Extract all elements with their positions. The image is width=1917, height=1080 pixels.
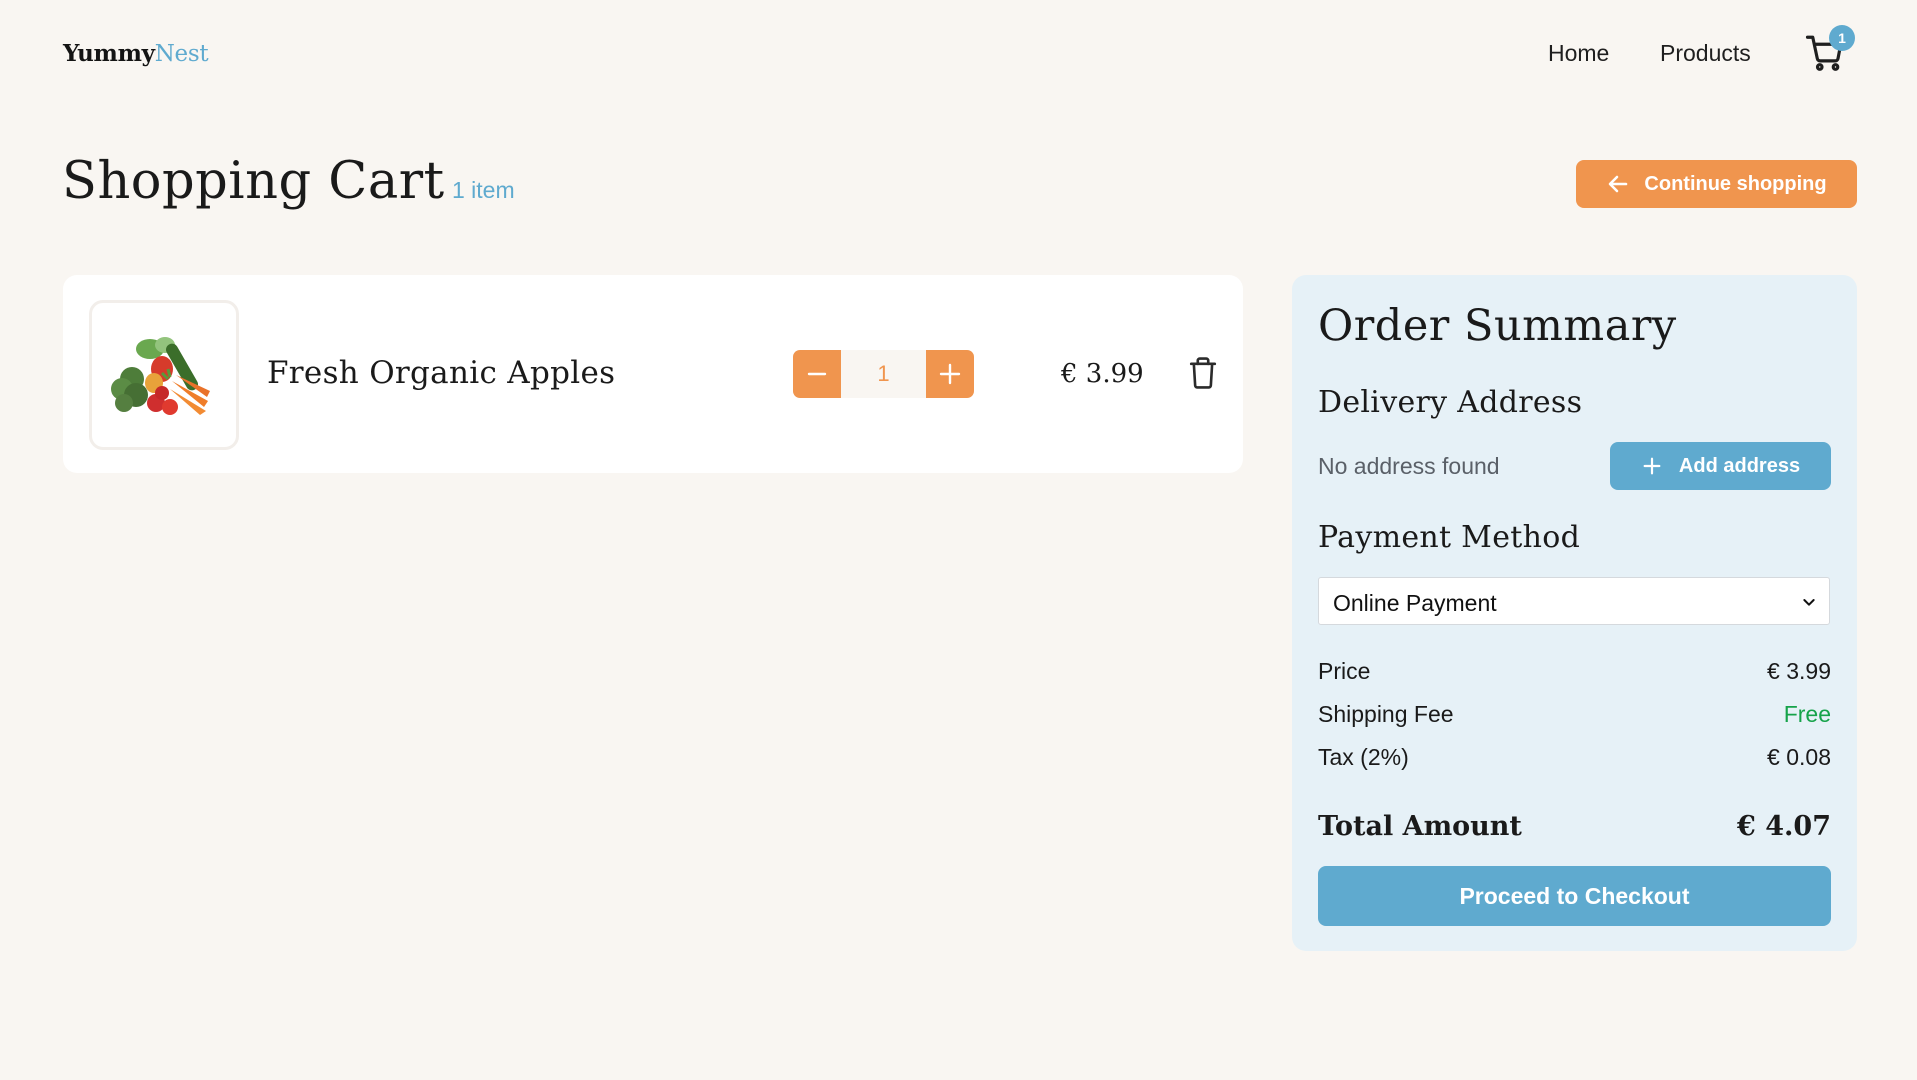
continue-shopping-label: Continue shopping: [1644, 172, 1827, 195]
order-summary-panel: Order Summary Delivery Address No addres…: [1292, 275, 1857, 951]
total-amount-label: Total Amount: [1318, 811, 1522, 842]
cart-count-badge: 1: [1829, 25, 1855, 51]
product-thumbnail[interactable]: [89, 300, 239, 450]
add-address-label: Add address: [1678, 454, 1801, 477]
vegetables-image: [111, 337, 210, 415]
logo-part-yummy: Yummy: [63, 40, 155, 67]
logo[interactable]: YummyNest: [63, 40, 209, 67]
price-value: € 3.99: [1767, 658, 1831, 684]
payment-method-title: Payment Method: [1318, 520, 1581, 555]
plus-icon: [939, 363, 961, 385]
order-summary-title: Order Summary: [1318, 301, 1677, 351]
header: YummyNest Home Products 1: [0, 0, 1917, 106]
total-amount-value: € 4.07: [1737, 811, 1831, 842]
proceed-to-checkout-button[interactable]: Proceed to Checkout: [1318, 866, 1831, 926]
tax-label: Tax (2%): [1318, 744, 1409, 770]
continue-shopping-button[interactable]: Continue shopping: [1576, 160, 1857, 208]
price-label: Price: [1318, 658, 1371, 684]
chevron-down-icon: [1803, 599, 1815, 606]
nav-products-link[interactable]: Products: [1660, 40, 1751, 67]
remove-item-button[interactable]: [1187, 356, 1219, 390]
quantity-stepper: [793, 350, 974, 398]
cart-item-card: Fresh Organic Apples € 3.99: [63, 275, 1243, 473]
payment-method-selected: Online Payment: [1333, 590, 1497, 616]
tax-value: € 0.08: [1767, 744, 1831, 770]
quantity-input[interactable]: [841, 350, 926, 398]
item-count: 1 item: [452, 177, 515, 203]
arrow-left-icon: [1609, 175, 1628, 193]
shipping-fee-label: Shipping Fee: [1318, 701, 1454, 727]
decrease-quantity-button[interactable]: [793, 350, 841, 398]
shipping-fee-value: Free: [1783, 701, 1831, 727]
plus-icon: [1643, 457, 1661, 475]
page-title: Shopping Cart: [62, 152, 445, 211]
minus-icon: [807, 372, 827, 376]
payment-method-select[interactable]: Online Payment: [1318, 577, 1830, 625]
increase-quantity-button[interactable]: [926, 350, 974, 398]
delivery-address-title: Delivery Address: [1318, 385, 1583, 420]
add-address-button[interactable]: Add address: [1610, 442, 1831, 490]
product-name[interactable]: Fresh Organic Apples: [267, 355, 615, 391]
nav-home-link[interactable]: Home: [1548, 40, 1609, 67]
no-address-text: No address found: [1318, 453, 1500, 479]
item-price: € 3.99: [1061, 359, 1144, 389]
trash-icon: [1189, 357, 1217, 389]
logo-part-nest: Nest: [154, 41, 209, 67]
